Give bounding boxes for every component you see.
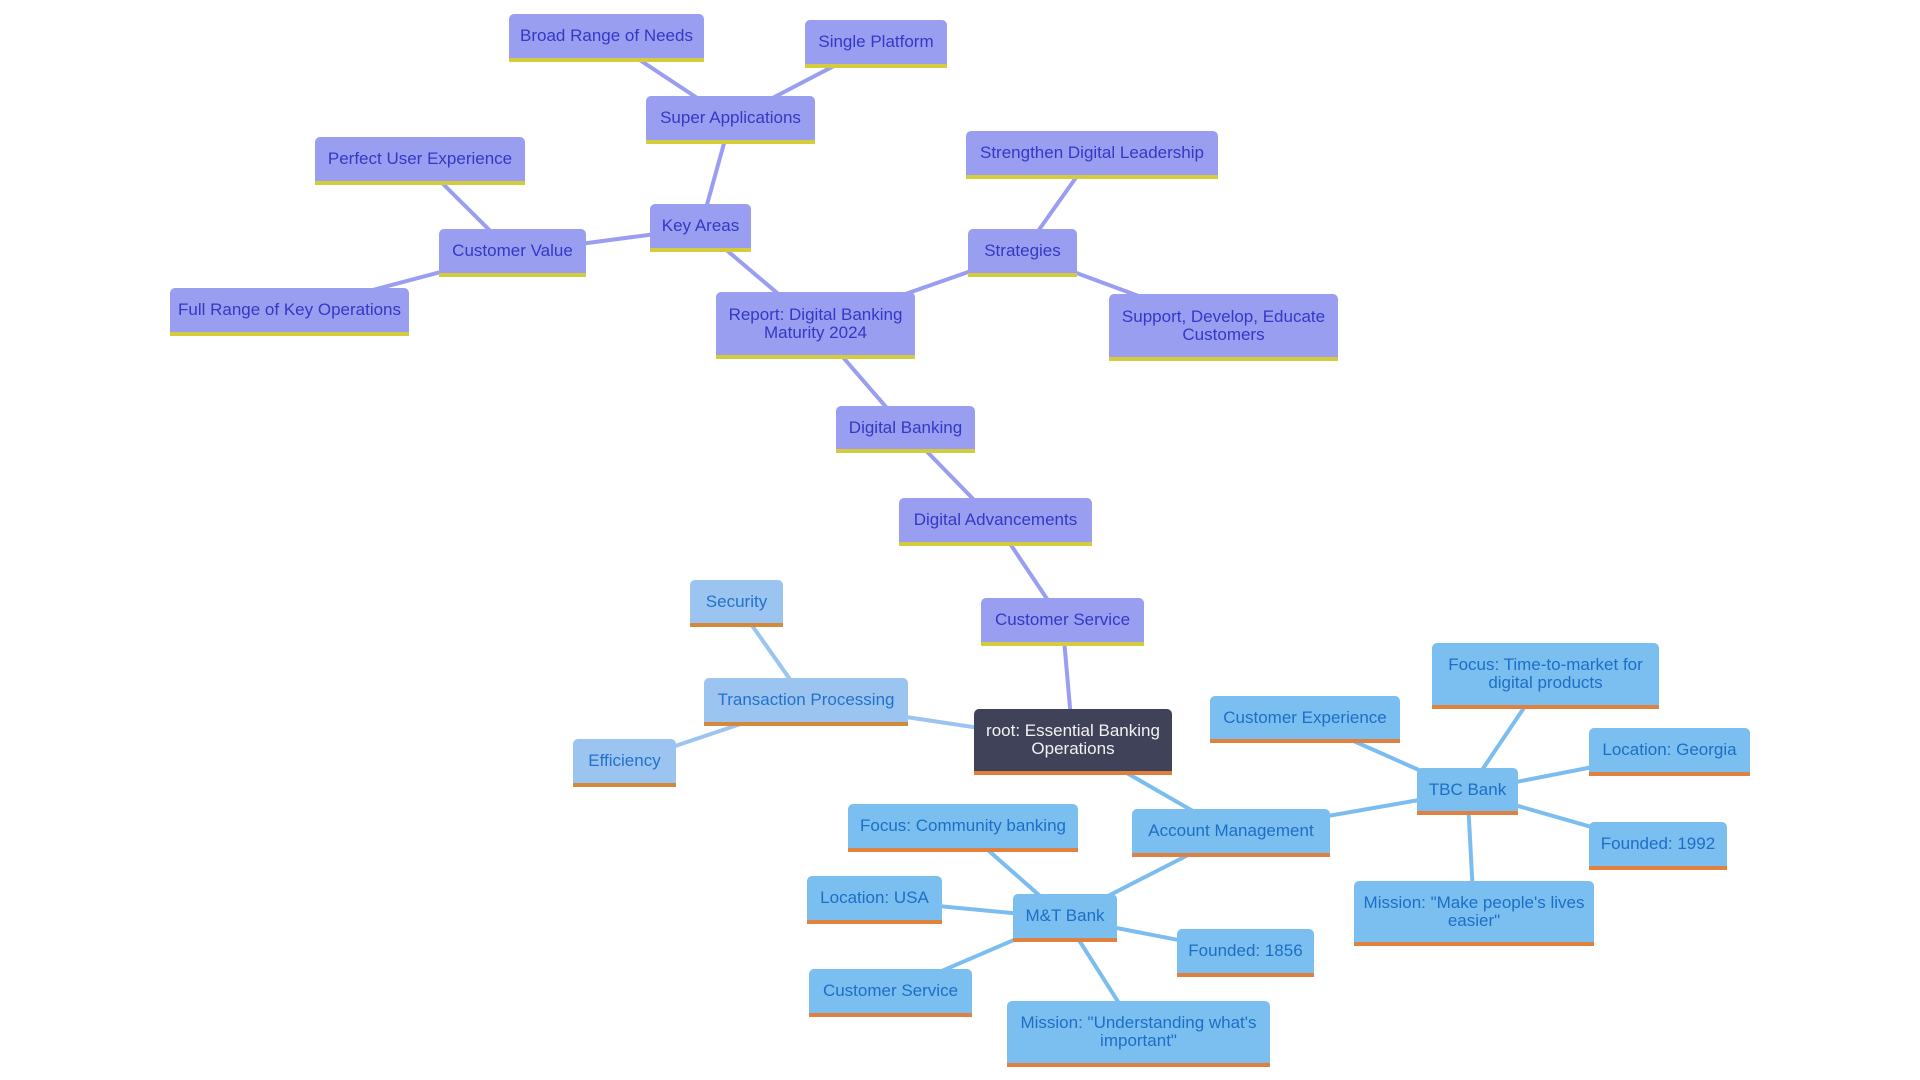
node-full-range-of-key-operations[interactable]: Full Range of Key Operations — [170, 288, 409, 336]
node-security[interactable]: Security — [690, 580, 783, 627]
node-account-management[interactable]: Account Management — [1132, 809, 1330, 857]
node-customer-value[interactable]: Customer Value — [439, 229, 586, 277]
node-digital-banking[interactable]: Digital Banking — [836, 406, 975, 453]
node-support-develop-educate[interactable]: Support, Develop, Educate Customers — [1109, 294, 1338, 361]
node-tbc-mission[interactable]: Mission: "Make people's lives easier" — [1354, 881, 1594, 946]
node-perfect-user-experience[interactable]: Perfect User Experience — [315, 137, 525, 185]
node-broad-range-of-needs[interactable]: Broad Range of Needs — [509, 14, 704, 62]
node-efficiency[interactable]: Efficiency — [573, 739, 676, 787]
node-tbc-focus[interactable]: Focus: Time-to-market for digital produc… — [1432, 643, 1659, 709]
node-tbc-location[interactable]: Location: Georgia — [1589, 728, 1750, 776]
node-key-areas[interactable]: Key Areas — [650, 204, 751, 252]
node-report-digital-banking-maturity[interactable]: Report: Digital Banking Maturity 2024 — [716, 292, 915, 359]
node-tbc-bank[interactable]: TBC Bank — [1417, 768, 1518, 815]
node-super-applications[interactable]: Super Applications — [646, 96, 815, 144]
node-customer-service-digital[interactable]: Customer Service — [981, 598, 1144, 646]
node-mt-mission[interactable]: Mission: "Understanding what's important… — [1007, 1001, 1270, 1067]
node-mt-customer-service[interactable]: Customer Service — [809, 969, 972, 1017]
node-digital-advancements[interactable]: Digital Advancements — [899, 498, 1092, 546]
node-mt-location[interactable]: Location: USA — [807, 876, 942, 924]
node-strengthen-digital-leadership[interactable]: Strengthen Digital Leadership — [966, 131, 1218, 179]
node-mt-founded[interactable]: Founded: 1856 — [1177, 929, 1314, 977]
node-single-platform[interactable]: Single Platform — [805, 20, 947, 68]
node-transaction-processing[interactable]: Transaction Processing — [704, 678, 908, 726]
node-tbc-founded[interactable]: Founded: 1992 — [1589, 822, 1727, 870]
node-root[interactable]: root: Essential Banking Operations — [974, 709, 1172, 775]
mindmap-canvas: root: Essential Banking Operations Custo… — [0, 0, 1920, 1080]
node-mt-bank[interactable]: M&T Bank — [1013, 894, 1117, 942]
node-strategies[interactable]: Strategies — [968, 229, 1077, 277]
node-mt-focus[interactable]: Focus: Community banking — [848, 804, 1078, 852]
node-tbc-customer-experience[interactable]: Customer Experience — [1210, 696, 1400, 743]
